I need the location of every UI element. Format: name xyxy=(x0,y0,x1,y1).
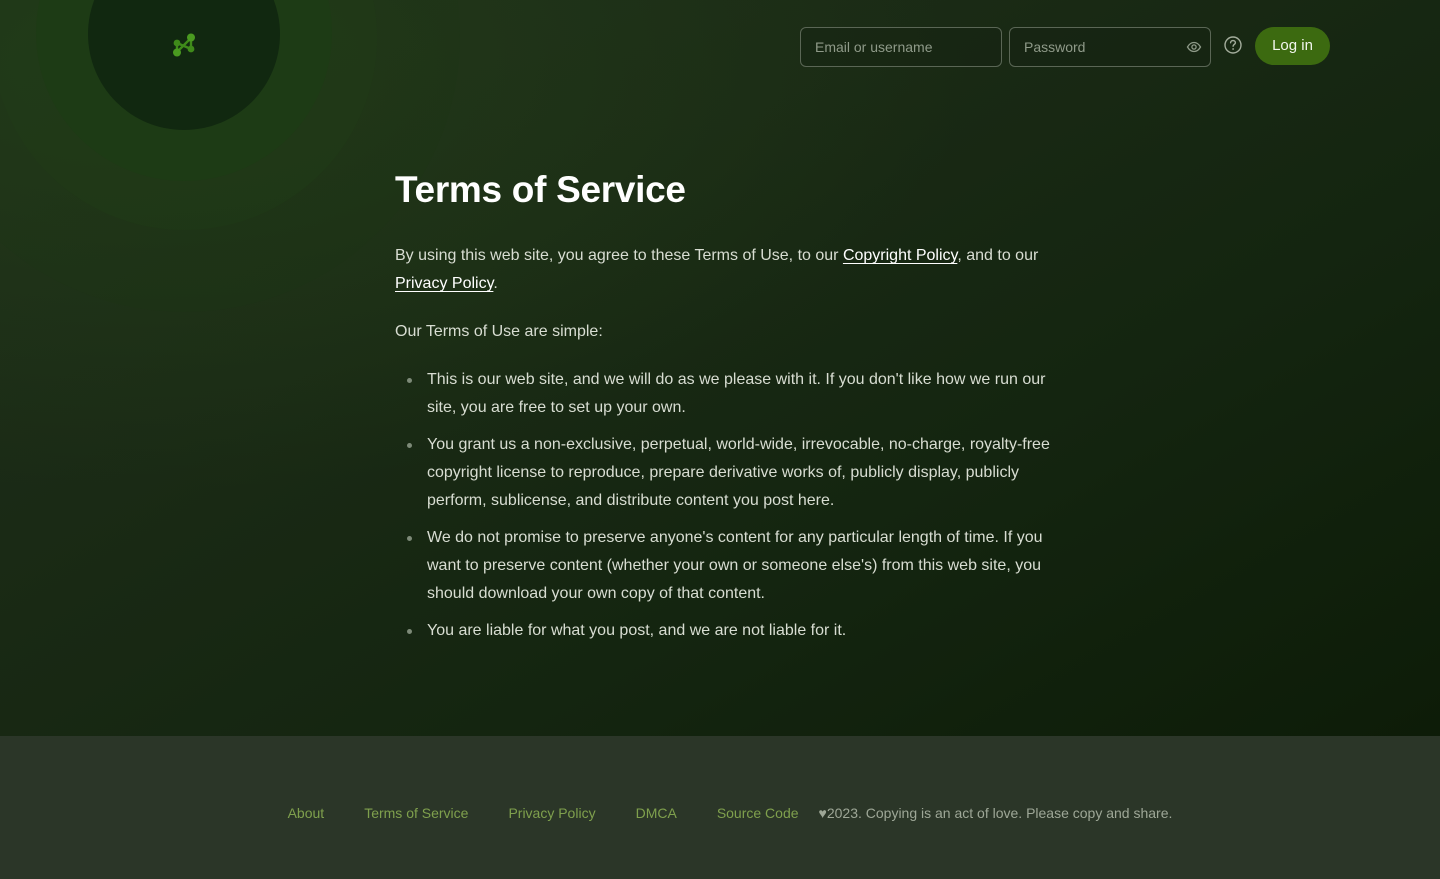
list-item-text: We do not promise to preserve anyone's c… xyxy=(427,529,1043,602)
page-title: Terms of Service xyxy=(395,169,686,210)
question-circle-icon[interactable] xyxy=(1223,35,1243,55)
list-item: You are liable for what you post, and we… xyxy=(395,617,1050,645)
list-item: You grant us a non-exclusive, perpetual,… xyxy=(395,431,1050,515)
footer-link-terms[interactable]: Terms of Service xyxy=(364,805,468,821)
eye-icon[interactable] xyxy=(1186,39,1202,55)
intro-text: . xyxy=(493,275,498,292)
list-item-text: You grant us a non-exclusive, perpetual,… xyxy=(427,436,1050,509)
copyright-policy-link[interactable]: Copyright Policy xyxy=(843,247,957,264)
intro-text: By using this web site, you agree to the… xyxy=(395,247,843,264)
footer: About Terms of Service Privacy Policy DM… xyxy=(0,736,1440,879)
list-item: This is our web site, and we will do as … xyxy=(395,366,1050,422)
simple-line: Our Terms of Use are simple: xyxy=(395,323,603,340)
privacy-policy-link[interactable]: Privacy Policy xyxy=(395,275,493,292)
password-field-wrapper xyxy=(1009,27,1211,67)
list-item-text: This is our web site, and we will do as … xyxy=(427,371,1046,416)
bullet-icon xyxy=(407,629,412,634)
list-item-text: You are liable for what you post, and we… xyxy=(427,622,847,639)
list-item: We do not promise to preserve anyone's c… xyxy=(395,524,1050,608)
email-field[interactable] xyxy=(815,39,987,55)
terms-content: Terms of Service By using this web site,… xyxy=(395,168,1050,654)
login-button[interactable]: Log in xyxy=(1255,26,1330,65)
intro-text: , and to our xyxy=(957,247,1039,264)
terms-list: This is our web site, and we will do as … xyxy=(395,366,1050,645)
copyright-text: ♥2023. Copying is an act of love. Please… xyxy=(818,804,1173,821)
intro-paragraph: By using this web site, you agree to the… xyxy=(395,242,1050,298)
footer-link-privacy[interactable]: Privacy Policy xyxy=(508,805,595,821)
email-field-wrapper xyxy=(800,27,1002,67)
footer-link-source-code[interactable]: Source Code xyxy=(717,805,799,821)
footer-link-dmca[interactable]: DMCA xyxy=(636,805,677,821)
network-nodes-icon[interactable] xyxy=(171,32,197,58)
bullet-icon xyxy=(407,443,412,448)
password-field[interactable] xyxy=(1024,39,1182,55)
login-form: Log in xyxy=(800,26,1330,67)
bullet-icon xyxy=(407,378,412,383)
footer-link-about[interactable]: About xyxy=(288,805,325,821)
bullet-icon xyxy=(407,536,412,541)
